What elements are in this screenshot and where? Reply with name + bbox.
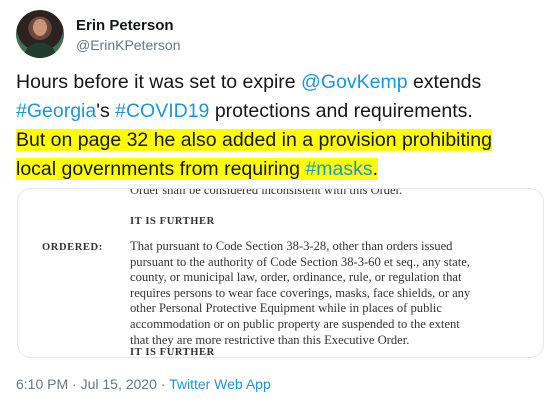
- source-app-link[interactable]: Twitter Web App: [169, 376, 271, 392]
- tweet-line-3: But on page 32 he also added in a provis…: [16, 126, 546, 155]
- timestamp[interactable]: 6:10 PM · Jul 15, 2020 ·: [16, 376, 169, 392]
- tweet-text-segment: .: [372, 158, 378, 180]
- hashtag-link[interactable]: #COVID19: [115, 100, 209, 122]
- hashtag-link[interactable]: #masks: [305, 158, 372, 180]
- tweet-text-segment: extends: [407, 71, 482, 93]
- highlighted-text: But on page 32 he also added in a provis…: [16, 129, 492, 151]
- mention-link[interactable]: @GovKemp: [301, 71, 408, 93]
- avatar-face: [33, 19, 47, 36]
- author-handle[interactable]: @ErinKPeterson: [76, 37, 180, 53]
- author-name[interactable]: Erin Peterson: [76, 17, 174, 34]
- doc-body-line: requires persons to wear face coverings,…: [130, 285, 471, 300]
- avatar[interactable]: [16, 10, 64, 58]
- tweet-text-segment: protections and requirements.: [209, 100, 473, 122]
- doc-ordered-label: ORDERED:: [42, 242, 103, 253]
- tweet-line-4: local governments from requiring #masks.: [16, 155, 546, 184]
- doc-top-text: Order shall be considered inconsistent w…: [130, 188, 403, 197]
- doc-body-line: pursuant to the authority of Code Sectio…: [130, 254, 470, 269]
- doc-body: That pursuant to Code Section 38-3-28, o…: [130, 239, 530, 348]
- avatar-shirt: [24, 43, 56, 58]
- doc-it-is-further: IT IS FURTHER: [130, 347, 215, 358]
- tweet-meta: 6:10 PM · Jul 15, 2020 · Twitter Web App: [16, 376, 271, 392]
- tweet-line-1: Hours before it was set to expire @GovKe…: [16, 68, 546, 97]
- tweet-text: Hours before it was set to expire @GovKe…: [16, 68, 546, 184]
- tweet-header: Erin Peterson @ErinKPeterson: [16, 10, 544, 60]
- doc-body-line: accommodation or on public property are …: [130, 316, 460, 331]
- highlighted-text: local governments from requiring #masks.: [16, 158, 378, 180]
- tweet-line-2: #Georgia's #COVID19 protections and requ…: [16, 97, 546, 126]
- hashtag-link[interactable]: #Georgia: [16, 100, 96, 122]
- doc-body-line: county, or municipal law, order, ordinan…: [130, 270, 462, 285]
- tweet-text-segment: Hours before it was set to expire: [16, 71, 302, 93]
- doc-body-line: That pursuant to Code Section 38-3-28, o…: [130, 239, 453, 253]
- doc-body-line: that they are more restrictive than this…: [130, 332, 410, 347]
- tweet-text-segment: 's: [96, 100, 116, 122]
- doc-body-line: other Personal Protective Equipment whil…: [130, 301, 442, 316]
- doc-it-is-further: IT IS FURTHER: [130, 216, 215, 227]
- tweet-text-segment: local governments from requiring: [16, 158, 306, 180]
- attached-document-image[interactable]: Order shall be considered inconsistent w…: [17, 188, 544, 358]
